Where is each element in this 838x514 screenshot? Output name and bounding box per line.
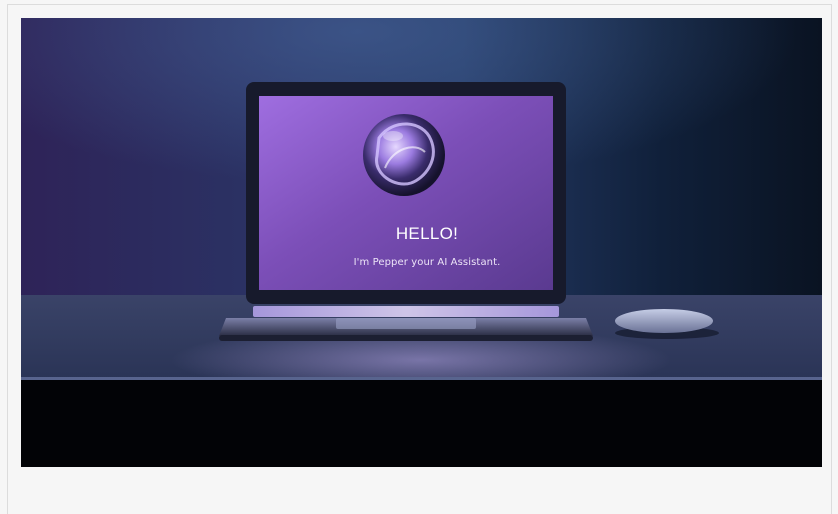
laptop-base-front — [219, 335, 593, 341]
floor-shadow — [21, 380, 822, 467]
laptop-keyboard-backlight — [253, 306, 559, 317]
laptop-trackpad — [336, 318, 476, 329]
desk-edge — [21, 377, 822, 380]
computer-mouse — [615, 309, 713, 333]
scene-illustration — [21, 18, 822, 467]
hero-image: HELLO! I'm Pepper your AI Assistant. — [21, 18, 822, 467]
iridescent-orb-icon — [363, 114, 445, 196]
